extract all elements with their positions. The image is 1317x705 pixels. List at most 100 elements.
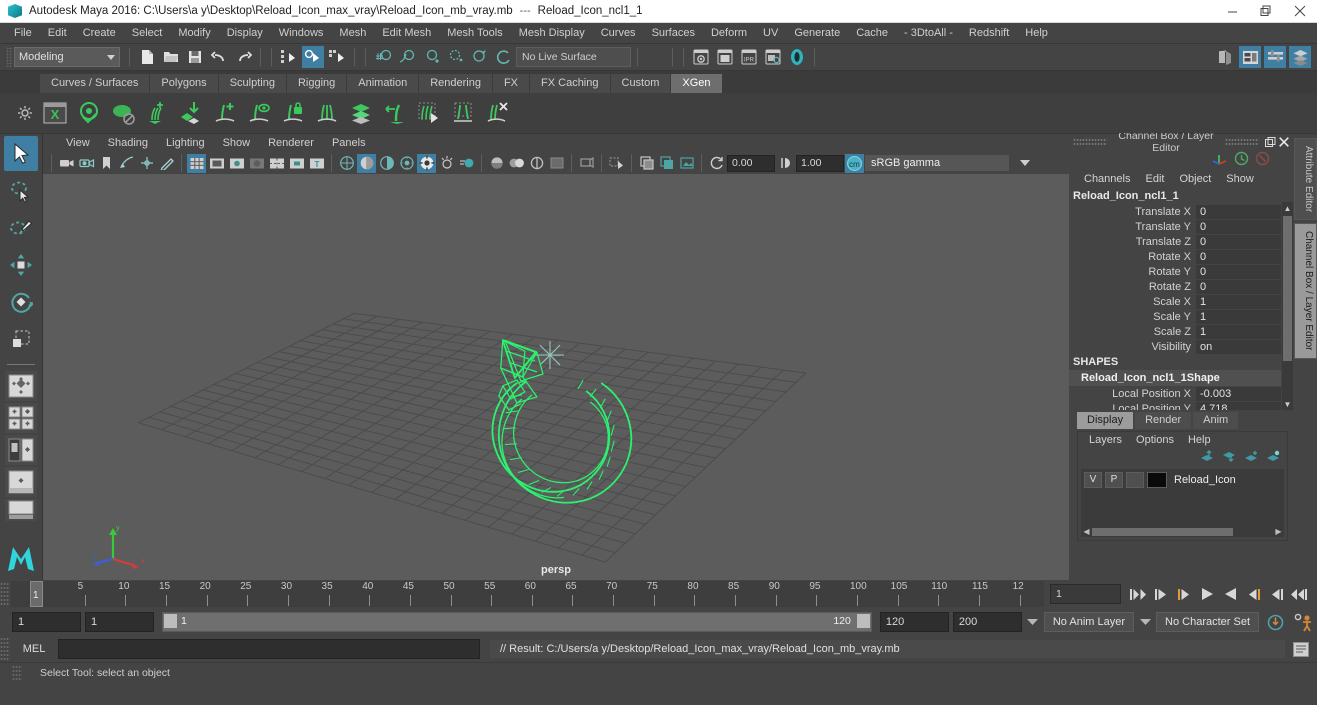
menu-item-file[interactable]: File <box>6 23 40 43</box>
channel-row-translate-x[interactable]: Translate X 0 <box>1069 204 1294 219</box>
open-scene-button[interactable] <box>160 46 182 68</box>
menu-item-generate[interactable]: Generate <box>786 23 848 43</box>
exposure-reset-icon[interactable] <box>577 154 596 173</box>
close-button[interactable] <box>1283 0 1317 22</box>
viewport-menu-view[interactable]: View <box>57 134 99 152</box>
playback-start-time-field[interactable]: 1 <box>85 612 154 632</box>
shelf-item-xgen-disable-preview[interactable] <box>108 97 138 129</box>
minimize-button[interactable] <box>1215 0 1249 22</box>
layer-row[interactable]: V P Reload_Icon <box>1084 471 1281 488</box>
save-scene-button[interactable] <box>184 46 206 68</box>
shelf-item-xgen-editor[interactable]: X <box>40 97 70 129</box>
toggle-gate-mask-icon[interactable] <box>247 154 266 173</box>
scroll-down-arrow-icon[interactable]: ▼ <box>1282 398 1293 410</box>
layer-menu-help[interactable]: Help <box>1181 432 1218 449</box>
redo-button[interactable] <box>232 46 254 68</box>
menu-item-edit[interactable]: Edit <box>40 23 75 43</box>
channel-value[interactable]: 1 <box>1196 294 1281 309</box>
toggle-film-gate-icon[interactable] <box>207 154 226 173</box>
smooth-shade-all-icon[interactable] <box>357 153 376 173</box>
layer-tab-display[interactable]: Display <box>1077 412 1134 429</box>
undock-panel-icon[interactable] <box>1263 135 1277 149</box>
lasso-select-tool-button[interactable] <box>4 173 38 208</box>
snap-to-point-button[interactable] <box>420 46 442 68</box>
undo-button[interactable] <box>208 46 230 68</box>
panel-drag-grip-right[interactable] <box>1225 138 1259 146</box>
shelf-item-xgen-lock-guide[interactable] <box>278 97 308 129</box>
layer-color-swatch[interactable] <box>1147 471 1167 488</box>
channel-row-translate-y[interactable]: Translate Y 0 <box>1069 219 1294 234</box>
live-surface-field[interactable]: No Live Surface <box>516 47 631 67</box>
command-input-field[interactable] <box>58 639 480 659</box>
channel-value[interactable]: 0 <box>1196 249 1281 264</box>
toggle-sidebar-icon[interactable] <box>1214 46 1236 68</box>
delete-history-icon[interactable] <box>1255 151 1270 169</box>
shelf-item-xgen-select-guide[interactable] <box>244 97 274 129</box>
layout-persp-graph-button[interactable] <box>5 467 37 497</box>
render-settings-button[interactable] <box>762 46 784 68</box>
channel-value[interactable]: 0 <box>1196 219 1281 234</box>
make-live-button[interactable] <box>492 46 514 68</box>
close-panel-icon[interactable] <box>1277 135 1291 149</box>
channel-row-local-position-x[interactable]: Local Position X -0.003 <box>1069 386 1294 401</box>
scroll-left-arrow-icon[interactable]: ◀ <box>1081 527 1092 536</box>
layout-single-perspective-button[interactable] <box>5 371 37 401</box>
step-back-frame-icon[interactable] <box>1175 585 1194 604</box>
move-layer-up-icon[interactable] <box>1200 449 1215 466</box>
new-layer-icon[interactable] <box>1244 450 1259 466</box>
help-line-grip[interactable] <box>12 665 22 681</box>
shelf-tab-sculpting[interactable]: Sculpting <box>218 74 286 93</box>
grease-pencil-icon[interactable] <box>157 154 176 173</box>
shelf-options-gear-icon[interactable] <box>12 93 38 133</box>
step-forward-keyframe-icon[interactable] <box>1267 585 1286 604</box>
layer-visibility-toggle[interactable]: V <box>1084 471 1102 488</box>
channel-value[interactable]: 0 <box>1196 234 1281 249</box>
shelf-tab-polygons[interactable]: Polygons <box>150 74 218 93</box>
layer-name[interactable]: Reload_Icon <box>1170 474 1236 486</box>
show-tool-settings-icon[interactable] <box>1264 46 1286 68</box>
character-set-chevron-icon[interactable] <box>1138 613 1152 631</box>
menu-item-modify[interactable]: Modify <box>170 23 218 43</box>
animation-start-time-field[interactable]: 1 <box>12 612 81 632</box>
move-layer-down-icon[interactable] <box>1222 450 1237 466</box>
snap-to-curve-button[interactable] <box>396 46 418 68</box>
go-to-start-icon[interactable] <box>1129 585 1148 604</box>
channel-box-menu-object[interactable]: Object <box>1172 170 1218 188</box>
menu-item-surfaces[interactable]: Surfaces <box>644 23 703 43</box>
select-tool-button[interactable] <box>4 136 38 171</box>
xray-icon[interactable] <box>487 154 506 173</box>
show-channel-box-icon[interactable] <box>1289 46 1311 68</box>
channel-row-translate-z[interactable]: Translate Z 0 <box>1069 234 1294 249</box>
image-plane-icon[interactable] <box>117 154 136 173</box>
menu-item-windows[interactable]: Windows <box>271 23 332 43</box>
channel-row-scale-z[interactable]: Scale Z 1 <box>1069 324 1294 339</box>
shelf-tab-xgen[interactable]: XGen <box>671 74 722 93</box>
toggle-grid-icon[interactable] <box>187 153 206 173</box>
camera-attributes-icon[interactable] <box>77 154 96 173</box>
toggle-safe-action-icon[interactable] <box>287 154 306 173</box>
shelf-item-xgen-add-guide[interactable] <box>210 97 240 129</box>
viewport-menu-renderer[interactable]: Renderer <box>259 134 323 152</box>
snapshot-icon[interactable] <box>677 154 696 173</box>
command-language-label[interactable]: MEL <box>10 643 58 655</box>
menu-item-deform[interactable]: Deform <box>703 23 755 43</box>
move-tool-button[interactable] <box>4 247 38 282</box>
hypershade-render-view-button[interactable] <box>786 46 808 68</box>
channel-value[interactable]: on <box>1196 339 1281 354</box>
viewport-display-swatch[interactable] <box>547 154 566 173</box>
menu-item-redshift[interactable]: Redshift <box>961 23 1017 43</box>
shelf-item-xgen-move-guide[interactable] <box>380 97 410 129</box>
paint-select-tool-button[interactable] <box>4 210 38 245</box>
script-editor-icon[interactable] <box>1289 639 1313 659</box>
range-end-handle[interactable] <box>856 614 870 628</box>
time-slider[interactable]: 1 5 10 15 20 25 30 35 40 45 50 55 60 65 70 75 80 85 90 95 1… <box>10 581 1044 607</box>
menu-set-selector[interactable]: Modeling <box>14 47 120 67</box>
play-forwards-icon[interactable] <box>1221 585 1240 604</box>
use-all-lights-icon[interactable] <box>397 154 416 173</box>
scale-tool-button[interactable] <box>4 321 38 356</box>
channel-box-attribute-list[interactable]: Reload_Icon_ncl1_1 Translate X 0 Translate… <box>1069 188 1294 410</box>
layer-menu-layers[interactable]: Layers <box>1082 432 1129 449</box>
channel-box-menu-show[interactable]: Show <box>1219 170 1261 188</box>
snap-to-grid-button[interactable] <box>372 46 394 68</box>
isolate-select-icon[interactable] <box>607 154 626 173</box>
